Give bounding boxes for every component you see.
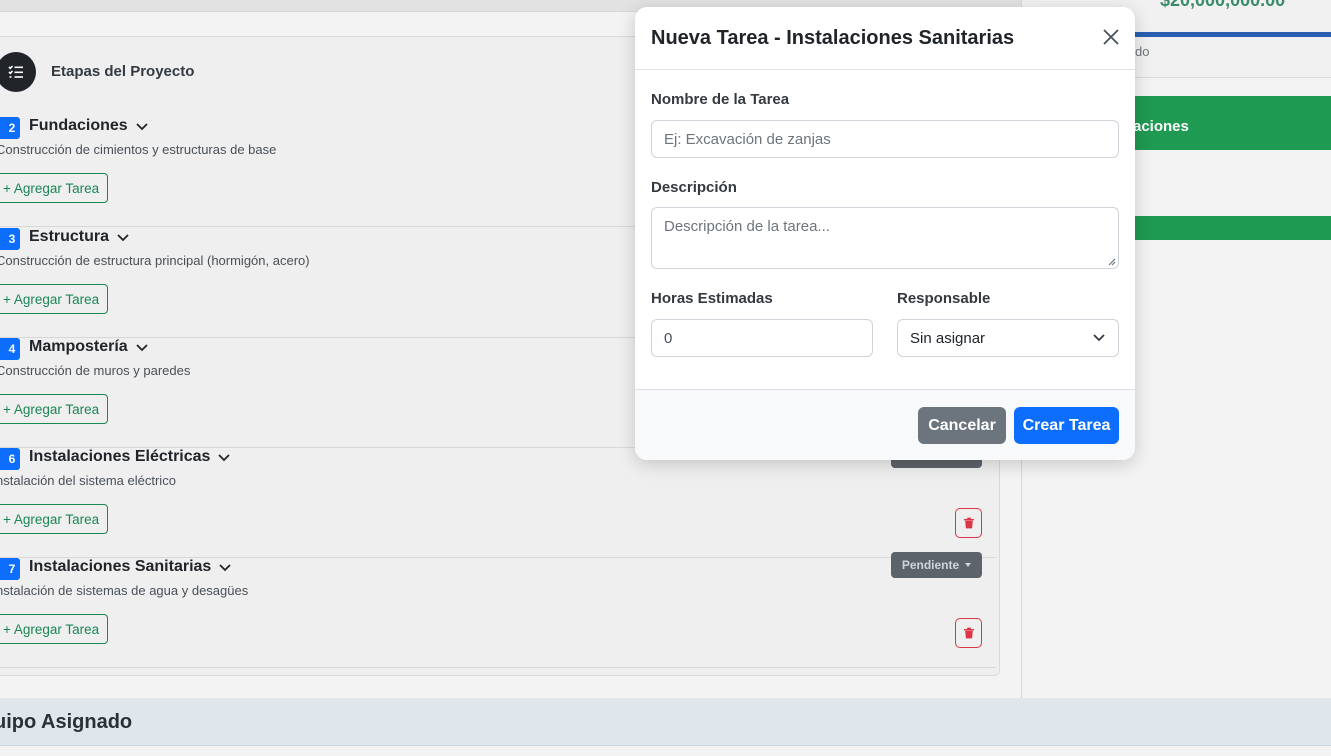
description-label: Descripción (651, 179, 737, 196)
new-task-modal: Nueva Tarea - Instalaciones Sanitarias N… (635, 7, 1135, 460)
close-button[interactable] (1100, 27, 1122, 49)
create-task-button[interactable]: Crear Tarea (1014, 407, 1119, 444)
modal-title: Nueva Tarea - Instalaciones Sanitarias (651, 27, 1015, 49)
task-name-input[interactable]: Ej: Excavación de zanjas (651, 120, 1119, 158)
modal-header: Nueva Tarea - Instalaciones Sanitarias (635, 7, 1135, 70)
hours-input[interactable]: 0 (651, 319, 873, 357)
hours-label: Horas Estimadas (651, 290, 773, 307)
cancel-button[interactable]: Cancelar (918, 407, 1006, 444)
chevron-down-icon (1093, 334, 1105, 342)
responsible-value: Sin asignar (910, 329, 986, 347)
close-icon (1103, 29, 1119, 45)
responsible-select[interactable]: Sin asignar (897, 319, 1119, 357)
description-textarea[interactable]: Descripción de la tarea... (651, 207, 1119, 269)
task-name-label: Nombre de la Tarea (651, 91, 790, 108)
description-placeholder: Descripción de la tarea... (664, 218, 830, 235)
resize-handle-icon[interactable] (1106, 256, 1116, 266)
responsible-label: Responsable (897, 290, 991, 307)
modal-footer: Cancelar Crear Tarea (635, 389, 1135, 460)
